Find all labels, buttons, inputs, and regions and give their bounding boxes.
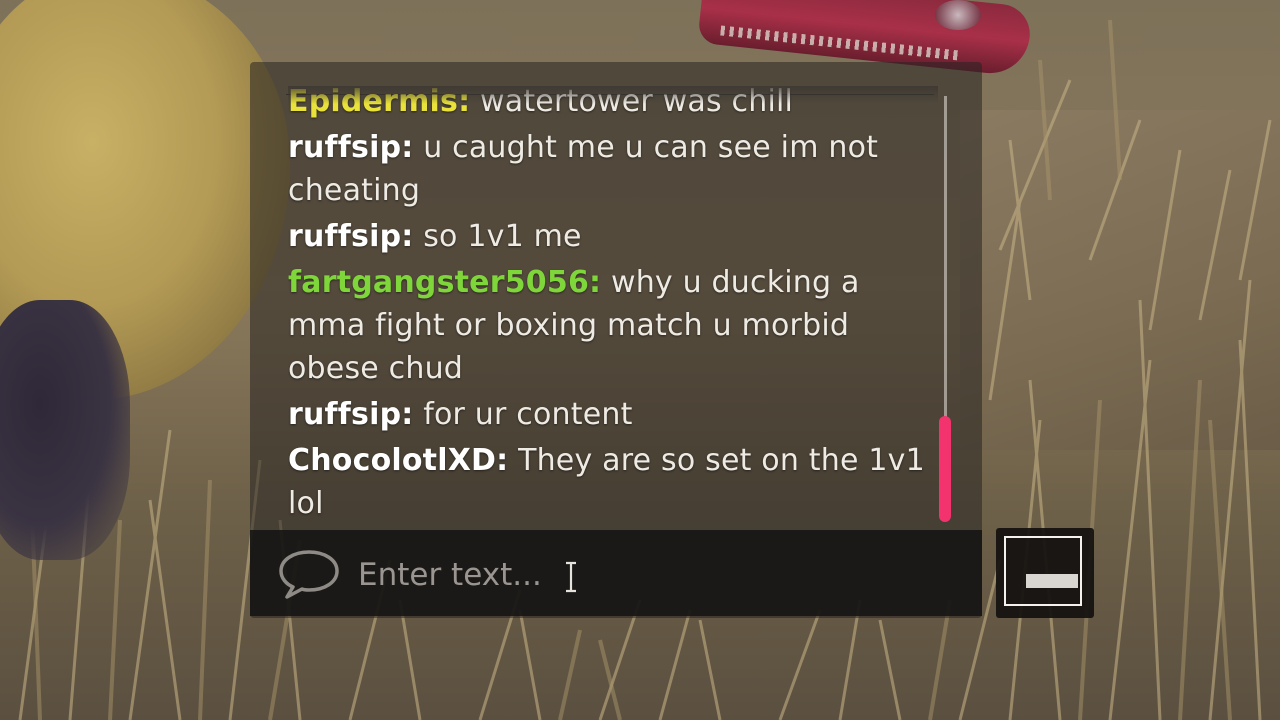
chat-message-stack: Epidermis: watertower was chill ruffsip:… — [288, 86, 938, 528]
chat-text-input[interactable] — [358, 552, 918, 598]
chat-username[interactable]: ruffsip: — [288, 397, 413, 432]
chat-username[interactable]: ruffsip: — [288, 130, 413, 165]
chat-message: ChocolotlXD: They are so set on the 1v1 … — [288, 439, 938, 525]
chat-username[interactable]: ChocolotlXD: — [288, 443, 508, 478]
speech-bubble-icon — [279, 550, 339, 599]
chat-message-text: for ur content — [413, 397, 633, 432]
chat-top-fade — [288, 86, 938, 104]
chat-message: ruffsip: for ur content — [288, 393, 938, 436]
chat-message: ruffsip: u caught me u can see im not ch… — [288, 126, 938, 212]
chat-message: ruffsip: so 1v1 me — [288, 215, 938, 258]
text-cursor-icon — [566, 561, 576, 593]
creature-leg — [0, 300, 130, 560]
chat-message: fartgangster5056: why u ducking a mma fi… — [288, 261, 938, 390]
keybind-frame — [1004, 536, 1082, 606]
chat-message-list[interactable]: Epidermis: watertower was chill ruffsip:… — [288, 86, 938, 528]
chat-username[interactable]: ruffsip: — [288, 219, 413, 254]
chat-username[interactable]: fartgangster5056: — [288, 265, 601, 300]
keyboard-key-icon — [1026, 574, 1078, 588]
chat-scrollbar-thumb[interactable] — [939, 416, 951, 522]
chat-message-text: so 1v1 me — [413, 219, 582, 254]
chainsaw-bolt — [935, 0, 981, 30]
keybind-button[interactable] — [996, 528, 1094, 618]
